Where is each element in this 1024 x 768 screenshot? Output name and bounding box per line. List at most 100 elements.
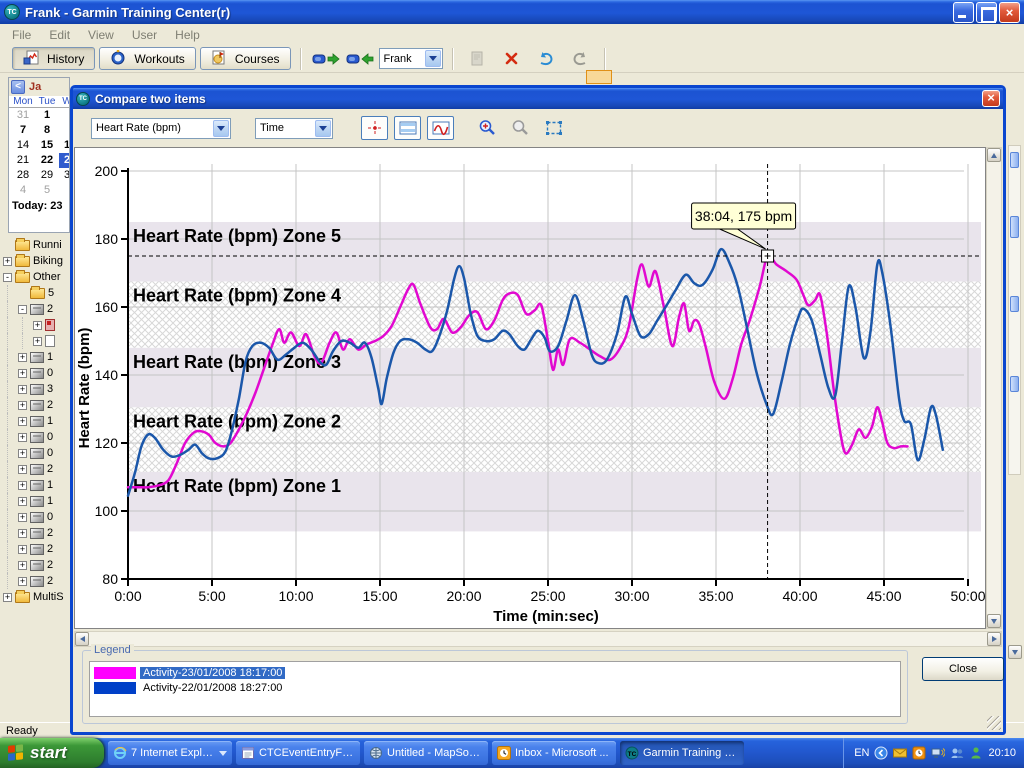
- zoom-out-button[interactable]: [507, 116, 534, 140]
- expand-icon[interactable]: +: [18, 497, 27, 506]
- chart-horizontal-scrollbar[interactable]: [74, 631, 1002, 647]
- expand-icon[interactable]: +: [18, 385, 27, 394]
- maximize-button[interactable]: [976, 2, 997, 23]
- taskbar-clock[interactable]: 20:10: [988, 747, 1016, 759]
- tab-courses[interactable]: Courses: [200, 47, 291, 70]
- tree-item[interactable]: +: [0, 317, 70, 333]
- calendar-day-cell[interactable]: [59, 183, 70, 198]
- delete-button[interactable]: [497, 47, 527, 71]
- calendar-day-cell[interactable]: 4: [11, 183, 35, 198]
- tree-item[interactable]: +1: [0, 349, 70, 365]
- menu-item-view[interactable]: View: [80, 26, 122, 44]
- expand-icon[interactable]: +: [18, 529, 27, 538]
- dialog-close-icon[interactable]: ×: [982, 90, 1000, 107]
- expand-icon[interactable]: +: [18, 465, 27, 474]
- metric-select[interactable]: Heart Rate (bpm): [91, 118, 231, 139]
- expand-icon[interactable]: +: [18, 369, 27, 378]
- tree-item[interactable]: +0: [0, 365, 70, 381]
- tree-item[interactable]: +1: [0, 477, 70, 493]
- scroll-up-button[interactable]: [987, 148, 1001, 162]
- calendar-day-cell[interactable]: 7: [11, 123, 35, 138]
- tree-item[interactable]: +3: [0, 381, 70, 397]
- language-indicator[interactable]: EN: [854, 747, 869, 759]
- dialog-close-button[interactable]: Close: [922, 657, 1004, 681]
- calendar-prev-button[interactable]: <: [11, 80, 25, 94]
- taskbar-button-ie[interactable]: 7 Internet Explorer: [108, 741, 232, 765]
- calendar-day-cell[interactable]: 14: [11, 138, 35, 153]
- scroll-left-button[interactable]: [75, 632, 89, 646]
- language-bar-icon[interactable]: [874, 746, 888, 760]
- tree-item[interactable]: +0: [0, 509, 70, 525]
- calendar-day-cell[interactable]: 22: [35, 153, 59, 168]
- expand-icon[interactable]: +: [18, 577, 27, 586]
- tree-item[interactable]: +0: [0, 429, 70, 445]
- reminder-icon[interactable]: [912, 746, 926, 760]
- calendar-day-cell[interactable]: 3: [59, 168, 70, 183]
- calendar-day-cell[interactable]: [59, 108, 70, 123]
- tree-item[interactable]: +2: [0, 525, 70, 541]
- user-select[interactable]: Frank: [379, 48, 443, 69]
- expand-icon[interactable]: +: [33, 337, 42, 346]
- expand-icon[interactable]: +: [18, 433, 27, 442]
- calendar-day-cell[interactable]: [59, 123, 70, 138]
- tree-item[interactable]: +2: [0, 397, 70, 413]
- expand-icon[interactable]: +: [18, 481, 27, 490]
- mail-icon[interactable]: [893, 746, 907, 760]
- tree-item[interactable]: +1: [0, 493, 70, 509]
- chevron-down-icon[interactable]: [213, 120, 229, 137]
- tree-item[interactable]: +0: [0, 445, 70, 461]
- collapse-icon[interactable]: -: [3, 273, 12, 282]
- expand-icon[interactable]: +: [33, 321, 42, 330]
- expand-icon[interactable]: +: [3, 593, 12, 602]
- legend-item[interactable]: Activity-22/01/2008 18:27:00: [94, 680, 896, 695]
- calendar-day-cell[interactable]: 15: [35, 138, 59, 153]
- chevron-down-icon[interactable]: [315, 120, 331, 137]
- tree-item[interactable]: +2: [0, 557, 70, 573]
- chart-vertical-scrollbar[interactable]: [986, 147, 1002, 629]
- crosshair-toggle-button[interactable]: [361, 116, 388, 140]
- calendar-day-cell[interactable]: 28: [11, 168, 35, 183]
- minimize-button[interactable]: [953, 2, 974, 23]
- calendar-day-cell[interactable]: 1: [59, 138, 70, 153]
- expand-icon[interactable]: +: [3, 257, 12, 266]
- smoothing-toggle-button[interactable]: [427, 116, 454, 140]
- calendar-day-cell[interactable]: 21: [11, 153, 35, 168]
- expand-icon[interactable]: +: [18, 353, 27, 362]
- calendar-day-cell[interactable]: 8: [35, 123, 59, 138]
- scroll-down-button[interactable]: [1008, 645, 1022, 659]
- calendar-day-cell[interactable]: 2: [59, 153, 70, 168]
- tree-item[interactable]: Runni: [0, 237, 70, 253]
- tab-history[interactable]: History: [12, 47, 95, 70]
- expand-icon[interactable]: +: [18, 513, 27, 522]
- legend-item[interactable]: Activity-23/01/2008 18:17:00: [94, 665, 896, 680]
- new-item-button[interactable]: [463, 47, 493, 71]
- calendar-day-cell[interactable]: 29: [35, 168, 59, 183]
- tree-item[interactable]: +2: [0, 541, 70, 557]
- tree-item[interactable]: 5: [0, 285, 70, 301]
- receive-from-device-button[interactable]: [345, 47, 375, 71]
- menu-item-user[interactable]: User: [124, 26, 165, 44]
- scroll-right-button[interactable]: [987, 632, 1001, 646]
- zoom-in-button[interactable]: [474, 116, 501, 140]
- chevron-down-icon[interactable]: [219, 751, 227, 760]
- tree-item[interactable]: +Biking: [0, 253, 70, 269]
- undo-button[interactable]: [531, 47, 561, 71]
- network-icon[interactable]: [931, 746, 945, 760]
- tab-workouts[interactable]: Workouts: [99, 47, 195, 70]
- zoom-fit-button[interactable]: [540, 116, 567, 140]
- taskbar-button-mapsource[interactable]: Untitled - MapSource: [364, 741, 488, 765]
- expand-icon[interactable]: +: [18, 545, 27, 554]
- taskbar-button-word[interactable]: CTCEventEntryFo...: [236, 741, 360, 765]
- redo-button[interactable]: [565, 47, 595, 71]
- expand-icon[interactable]: +: [18, 401, 27, 410]
- expand-icon[interactable]: +: [18, 561, 27, 570]
- calendar-day-cell[interactable]: 5: [35, 183, 59, 198]
- collapse-icon[interactable]: -: [18, 305, 27, 314]
- start-button[interactable]: start: [0, 738, 104, 768]
- scroll-down-button[interactable]: [987, 614, 1001, 628]
- expand-icon[interactable]: +: [18, 417, 27, 426]
- resize-grip[interactable]: [987, 716, 1001, 730]
- tree-item[interactable]: -Other: [0, 269, 70, 285]
- tree-item[interactable]: +: [0, 333, 70, 349]
- tree-item[interactable]: +1: [0, 413, 70, 429]
